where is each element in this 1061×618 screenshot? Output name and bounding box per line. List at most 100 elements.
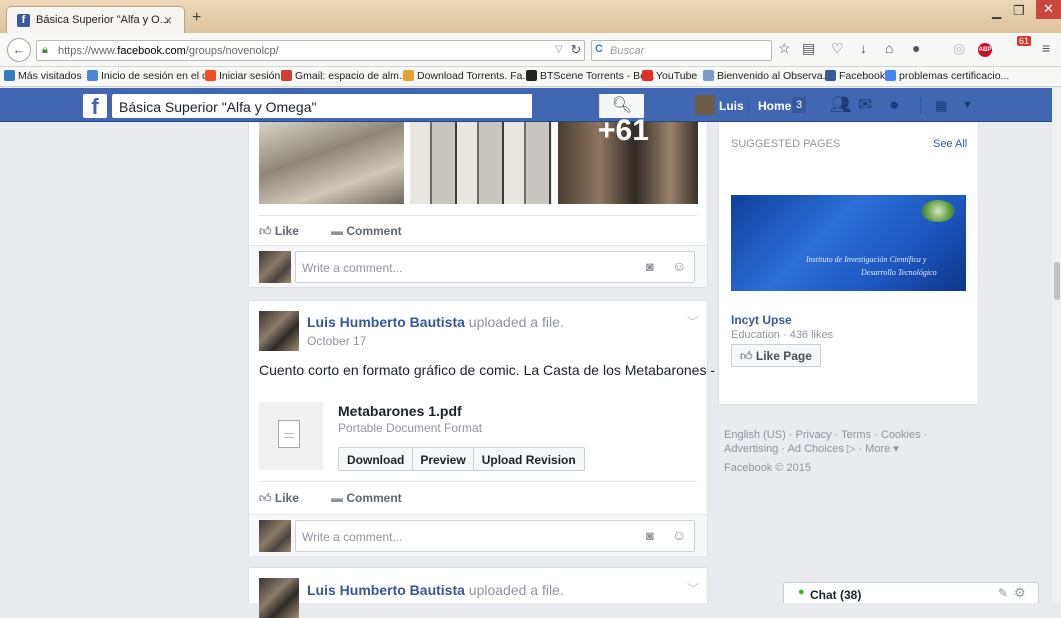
home-count-badge: 3 xyxy=(792,97,807,113)
messages-icon[interactable]: ✉ xyxy=(858,95,872,115)
post-options-chevron-down-icon[interactable]: ﹀ xyxy=(687,580,699,597)
facebook-search-input[interactable]: Básica Superior "Alfa y Omega" 🔍︎ xyxy=(112,94,644,118)
notifications-globe-icon[interactable]: ● xyxy=(889,95,899,115)
section-heading: SUGGESTED PAGES xyxy=(731,138,841,150)
scrollbar[interactable] xyxy=(1052,88,1061,603)
post-date[interactable]: October 17 xyxy=(307,334,366,348)
more-photos-count: +61 xyxy=(598,114,649,147)
bookmark-item[interactable]: Download Torrents. Fa... xyxy=(403,70,531,82)
footer-links[interactable]: Advertising · Ad Choices ▷ · More ▾ xyxy=(724,442,927,456)
bookmark-item[interactable]: YouTube xyxy=(642,70,697,82)
suggested-page-name[interactable]: Incyt Upse xyxy=(731,313,792,327)
search-value: Básica Superior "Alfa y Omega" xyxy=(119,99,317,115)
reload-icon[interactable]: ↻ xyxy=(566,40,586,61)
adblock-icon[interactable]: ABP xyxy=(978,43,992,57)
like-button[interactable]: 👍︎ Like xyxy=(259,224,299,239)
account-menu-chevron-down-icon[interactable]: ▼ xyxy=(962,99,973,111)
restore-icon[interactable]: ❐ xyxy=(1013,3,1025,19)
post-actions: 👍︎ Like ▬ Comment xyxy=(259,485,697,511)
minimize-icon[interactable]: ▁ xyxy=(992,5,1001,19)
comment-input[interactable]: Write a comment... ◙ ☺ xyxy=(295,251,695,283)
footer-links[interactable]: English (US) · Privacy · Terms · Cookies… xyxy=(724,428,927,442)
window-close-icon[interactable]: ✕ xyxy=(1036,0,1061,19)
facebook-logo-icon[interactable]: f xyxy=(83,94,107,119)
avatar[interactable] xyxy=(259,311,299,351)
page-footer: English (US) · Privacy · Terms · Cookies… xyxy=(724,428,927,475)
divider xyxy=(259,215,697,216)
post-card: Luis Humberto Bautista uploaded a file. … xyxy=(248,567,708,618)
author-link[interactable]: Luis Humberto Bautista xyxy=(307,314,465,330)
suggested-page-banner[interactable]: Instituto de Investigación Científica y … xyxy=(731,195,966,291)
browser-tab-strip: f Básica Superior "Alfa y O... × + ▁ ❐ ✕ xyxy=(0,0,1061,33)
chat-bar[interactable]: ● Chat (38) ✎ ⚙ xyxy=(783,582,1039,603)
home-icon[interactable]: ⌂ xyxy=(885,40,893,56)
pocket-icon[interactable]: ♡ xyxy=(831,40,844,57)
suggested-pages-panel: SUGGESTED PAGES See All Instituto de Inv… xyxy=(718,122,979,405)
comment-placeholder: Write a comment... xyxy=(302,261,403,275)
download-button[interactable]: Download xyxy=(339,448,414,470)
like-button[interactable]: 👍︎ Like xyxy=(259,491,299,506)
comment-input[interactable]: Write a comment... ◙ ☺ xyxy=(295,520,695,552)
comment-placeholder: Write a comment... xyxy=(302,530,403,544)
bookmark-item[interactable]: Facebook xyxy=(825,70,885,82)
file-name[interactable]: Metabarones 1.pdf xyxy=(338,403,462,419)
post-card: Luis Humberto Bautista uploaded a file. … xyxy=(248,300,727,556)
like-page-button[interactable]: 👍︎ Like Page xyxy=(731,344,821,367)
bookmark-item[interactable]: problemas certificacio... xyxy=(885,70,1009,82)
post-photo[interactable] xyxy=(410,122,552,204)
browser-search-box[interactable]: C Buscar xyxy=(591,40,772,61)
bookmark-item[interactable]: Iniciar sesión xyxy=(205,70,280,82)
post-card: +61 👍︎ Like ▬ Comment Write a comment...… xyxy=(248,114,708,288)
friend-requests-icon[interactable]: 👥︎ xyxy=(830,95,852,115)
new-message-icon[interactable]: ✎ xyxy=(998,586,1008,600)
comment-composer: Write a comment... ◙ ☺ xyxy=(249,245,707,287)
post-photo[interactable] xyxy=(259,122,404,204)
post-header: Luis Humberto Bautista uploaded a file. xyxy=(307,582,564,598)
see-all-link[interactable]: See All xyxy=(933,138,967,150)
author-link[interactable]: Luis Humberto Bautista xyxy=(307,582,465,598)
preview-button[interactable]: Preview xyxy=(413,448,474,470)
avatar[interactable] xyxy=(259,578,299,618)
divider xyxy=(920,97,921,114)
avatar xyxy=(259,520,291,552)
gear-icon[interactable]: ⚙ xyxy=(1014,585,1026,601)
hello-chat-icon[interactable]: ● xyxy=(912,40,920,56)
comment-button[interactable]: ▬ Comment xyxy=(331,491,402,505)
sync-icon[interactable]: ◎ xyxy=(953,40,965,57)
avatar[interactable] xyxy=(695,95,715,115)
camera-icon[interactable]: ◙ xyxy=(646,528,654,543)
comment-button[interactable]: ▬ Comment xyxy=(331,224,402,238)
tab-close-icon[interactable]: × xyxy=(164,12,172,28)
profile-link[interactable]: Luis xyxy=(719,99,744,113)
browser-tab[interactable]: f Básica Superior "Alfa y O... × xyxy=(6,6,185,33)
file-thumbnail[interactable] xyxy=(259,402,323,470)
camera-icon[interactable]: ◙ xyxy=(646,259,654,274)
back-arrow-icon[interactable]: ← xyxy=(7,38,31,62)
notification-badge[interactable]: 61 xyxy=(1017,36,1032,46)
bookmark-star-icon[interactable]: ☆ xyxy=(778,40,791,57)
bookmark-item[interactable]: Inicio de sesión en el c... xyxy=(87,70,216,82)
scrollbar-thumb[interactable] xyxy=(1054,262,1060,300)
privacy-shortcuts-icon[interactable]: ▦ xyxy=(935,98,947,114)
upload-revision-button[interactable]: Upload Revision xyxy=(474,448,584,470)
url-bar[interactable]: 🔒︎ https://www.facebook.com/groups/noven… xyxy=(36,40,585,61)
reading-list-icon[interactable]: ▤ xyxy=(802,40,815,57)
chat-label: Chat (38) xyxy=(810,588,862,602)
bookmark-item[interactable]: BTScene Torrents - Be... xyxy=(526,70,655,82)
bookmark-item[interactable]: Más visitados xyxy=(4,70,82,82)
search-placeholder: Buscar xyxy=(610,45,645,57)
home-link[interactable]: Home xyxy=(758,99,791,113)
new-tab-button[interactable]: + xyxy=(192,9,201,27)
document-icon xyxy=(278,420,300,448)
emoji-smile-icon[interactable]: ☺ xyxy=(672,527,686,543)
url-dropdown-icon[interactable]: ▽ xyxy=(555,44,563,55)
emoji-smile-icon[interactable]: ☺ xyxy=(672,258,686,274)
post-photo-more[interactable]: +61 xyxy=(558,114,698,204)
download-icon[interactable]: ↓ xyxy=(860,40,867,56)
menu-icon[interactable]: ≡ xyxy=(1042,40,1050,56)
post-action-text: uploaded a file. xyxy=(468,582,564,598)
bookmark-item[interactable]: Gmail: espacio de alm... xyxy=(281,70,408,82)
post-options-chevron-down-icon[interactable]: ﹀ xyxy=(687,313,699,330)
post-header: Luis Humberto Bautista uploaded a file. xyxy=(307,314,564,330)
bookmark-item[interactable]: Bienvenido al Observa... xyxy=(703,70,831,82)
